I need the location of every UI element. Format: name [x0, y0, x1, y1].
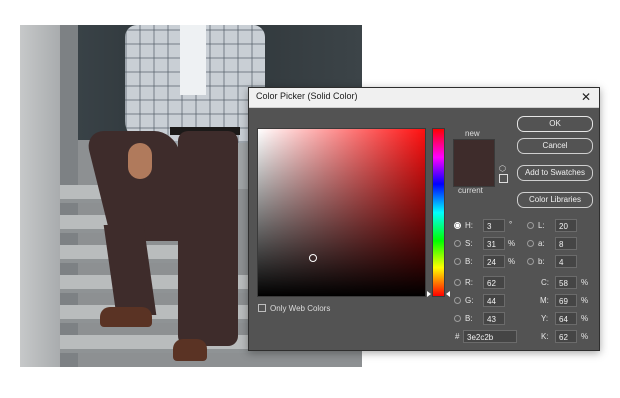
lab-l-label: L: [538, 221, 545, 230]
brightness-radio[interactable] [454, 258, 461, 265]
hex-label: # [455, 332, 460, 341]
cancel-button[interactable]: Cancel [517, 138, 593, 154]
web-safe-icon[interactable] [499, 174, 508, 183]
green-radio[interactable] [454, 297, 461, 304]
hue-slider-handle-left[interactable] [427, 291, 431, 297]
saturation-radio[interactable] [454, 240, 461, 247]
blue-radio[interactable] [454, 315, 461, 322]
close-icon[interactable]: ✕ [578, 89, 594, 105]
cyan-input[interactable]: 58 [555, 276, 577, 289]
green-input[interactable]: 44 [483, 294, 505, 307]
cyan-label: C: [541, 278, 549, 287]
hex-input[interactable]: 3e2c2b [463, 330, 517, 343]
saturation-input[interactable]: 31 [483, 237, 505, 250]
new-label: new [465, 129, 480, 138]
lab-a-radio[interactable] [527, 240, 534, 247]
ok-button[interactable]: OK [517, 116, 593, 132]
white-shirt [180, 25, 206, 95]
saturation-label: S: [465, 239, 473, 248]
lab-a-input[interactable]: 8 [555, 237, 577, 250]
pillar [20, 25, 60, 367]
brightness-label: B: [465, 257, 473, 266]
lab-a-label: a: [538, 239, 545, 248]
magenta-input[interactable]: 69 [555, 294, 577, 307]
color-libraries-button[interactable]: Color Libraries [517, 192, 593, 208]
black-input[interactable]: 62 [555, 330, 577, 343]
hue-input[interactable]: 3 [483, 219, 505, 232]
lab-b-radio[interactable] [527, 258, 534, 265]
brightness-input[interactable]: 24 [483, 255, 505, 268]
brightness-unit: % [508, 257, 516, 266]
color-picker-dialog: Color Picker (Solid Color) ✕ new current… [248, 87, 600, 351]
hue-unit: ° [509, 220, 513, 229]
new-color-swatch [454, 140, 494, 163]
shoe-right [173, 339, 207, 361]
yellow-label: Y: [541, 314, 549, 323]
yellow-unit: % [581, 314, 589, 323]
dialog-title: Color Picker (Solid Color) [256, 91, 358, 101]
only-web-colors-label: Only Web Colors [270, 304, 331, 313]
green-label: G: [465, 296, 474, 305]
color-swatch-compare [453, 139, 495, 187]
color-field-cursor[interactable] [309, 254, 317, 262]
blue-label: B: [465, 314, 473, 323]
black-label: K: [541, 332, 549, 341]
saturation-unit: % [508, 239, 516, 248]
blue-input[interactable]: 43 [483, 312, 505, 325]
red-input[interactable]: 62 [483, 276, 505, 289]
color-field[interactable] [257, 128, 426, 297]
hue-slider-handle-right[interactable] [446, 291, 450, 297]
hue-radio[interactable] [454, 222, 461, 229]
hue-label: H: [465, 221, 473, 230]
current-color-swatch[interactable] [454, 163, 494, 186]
lab-b-input[interactable]: 4 [555, 255, 577, 268]
hue-slider[interactable] [432, 128, 445, 297]
add-to-swatches-button[interactable]: Add to Swatches [517, 165, 593, 181]
hand [128, 143, 152, 179]
cyan-unit: % [581, 278, 589, 287]
black-unit: % [581, 332, 589, 341]
trouser-leg-right [178, 131, 238, 346]
out-of-gamut-cube-icon[interactable]: ⬡ [499, 165, 506, 173]
magenta-label: M: [540, 296, 549, 305]
red-radio[interactable] [454, 279, 461, 286]
only-web-colors-checkbox[interactable] [258, 304, 266, 312]
dialog-titlebar[interactable]: Color Picker (Solid Color) ✕ [249, 88, 599, 108]
lab-l-input[interactable]: 20 [555, 219, 577, 232]
lab-b-label: b: [538, 257, 545, 266]
current-label: current [458, 186, 483, 195]
red-label: R: [465, 278, 473, 287]
magenta-unit: % [581, 296, 589, 305]
yellow-input[interactable]: 64 [555, 312, 577, 325]
lab-l-radio[interactable] [527, 222, 534, 229]
shoe-left [100, 307, 152, 327]
